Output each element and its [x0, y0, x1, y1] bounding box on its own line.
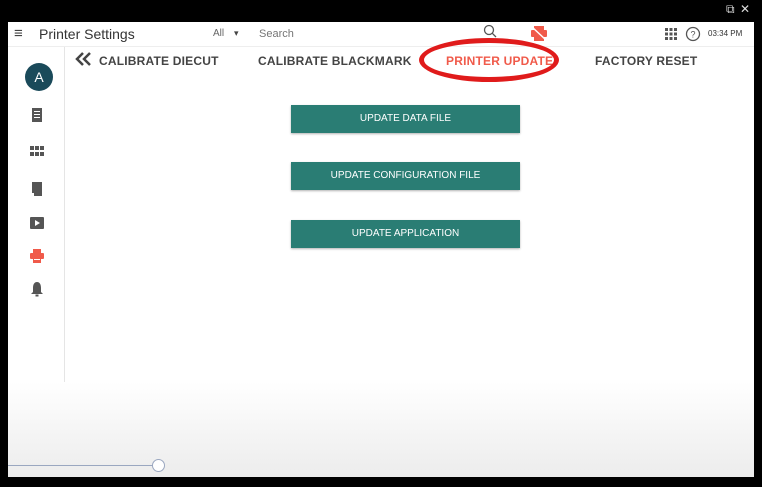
close-icon[interactable]: ✕ — [740, 2, 750, 16]
tab-factory-reset[interactable]: FACTORY RESET — [595, 54, 697, 68]
tab-bar: CALIBRATE DIECUT CALIBRATE BLACKMARK PRI… — [64, 48, 754, 76]
device-frame: ⧉ ✕ ≡ Printer Settings All ▾ Search ? 03… — [0, 0, 762, 487]
update-configuration-file-button[interactable]: UPDATE CONFIGURATION FILE — [291, 162, 520, 190]
chevron-down-icon[interactable]: ▾ — [234, 28, 239, 39]
apps-grid-icon[interactable] — [665, 28, 677, 40]
top-bar: ≡ Printer Settings All ▾ ? — [8, 22, 754, 47]
bottom-panel — [8, 382, 754, 477]
page-title: Printer Settings — [39, 26, 135, 42]
scrubber-handle[interactable] — [152, 459, 165, 472]
tab-calibrate-diecut[interactable]: CALIBRATE DIECUT — [99, 54, 219, 68]
search-icon[interactable] — [483, 24, 497, 38]
double-chevron-left-icon[interactable] — [74, 52, 92, 66]
grid-apps-icon[interactable] — [29, 144, 45, 160]
receipt-icon[interactable] — [29, 181, 45, 197]
help-icon[interactable]: ? — [685, 26, 701, 42]
app-screen: ≡ Printer Settings All ▾ ? — [8, 22, 754, 477]
update-application-button[interactable]: UPDATE APPLICATION — [291, 220, 520, 248]
highlight-ring — [419, 38, 559, 82]
printer-icon[interactable] — [29, 248, 45, 264]
avatar[interactable]: A — [25, 63, 53, 91]
media-play-icon[interactable] — [29, 215, 45, 231]
scrubber-track[interactable] — [8, 465, 158, 466]
printer-offline-icon[interactable] — [530, 25, 548, 42]
popout-icon[interactable]: ⧉ — [726, 2, 735, 17]
update-data-file-button[interactable]: UPDATE DATA FILE — [291, 105, 520, 133]
search-scope-select[interactable]: All — [213, 28, 224, 39]
document-icon[interactable] — [29, 107, 45, 123]
tab-calibrate-blackmark[interactable]: CALIBRATE BLACKMARK — [258, 54, 412, 68]
svg-text:?: ? — [690, 30, 695, 40]
bell-icon[interactable] — [29, 281, 45, 297]
menu-icon[interactable]: ≡ — [14, 25, 28, 43]
clock: 03:34 PM — [708, 29, 743, 38]
